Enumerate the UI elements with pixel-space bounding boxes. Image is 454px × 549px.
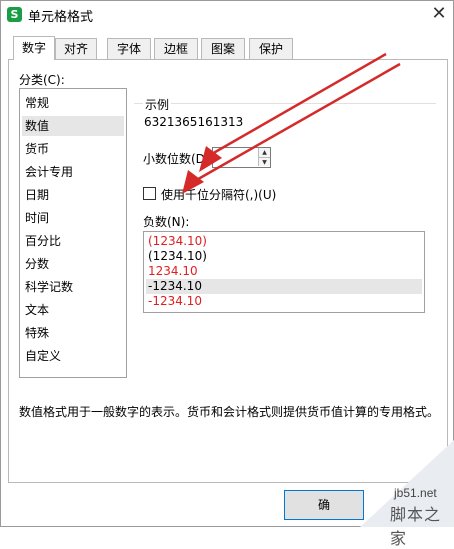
negative-option[interactable]: -1234.10 <box>146 294 422 309</box>
tab-pattern[interactable]: 图案 <box>201 38 245 59</box>
close-icon[interactable]: ✕ <box>427 3 451 25</box>
thousand-separator-label[interactable]: 使用千位分隔符(,)(U) <box>161 186 276 203</box>
thousand-separator-checkbox[interactable] <box>143 187 156 200</box>
decimal-places-label: 小数位数(D): <box>143 152 214 166</box>
tab-number[interactable]: 数字 <box>13 36 55 60</box>
category-label: 分类(C): <box>19 73 65 87</box>
category-item-custom[interactable]: 自定义 <box>22 346 124 366</box>
category-item-fraction[interactable]: 分数 <box>22 254 124 274</box>
tab-protection[interactable]: 保护 <box>249 38 293 59</box>
negative-numbers-list[interactable]: (1234.10) (1234.10) 1234.10 -1234.10 -12… <box>143 231 425 313</box>
sample-label: 示例 <box>143 96 172 113</box>
category-item-general[interactable]: 常规 <box>22 93 124 113</box>
category-item-number[interactable]: 数值 <box>22 116 124 136</box>
category-item-date[interactable]: 日期 <box>22 185 124 205</box>
sample-divider <box>134 103 436 104</box>
category-item-percentage[interactable]: 百分比 <box>22 231 124 251</box>
format-description: 数值格式用于一般数字的表示。货币和会计格式则提供货币值计算的专用格式。 <box>19 405 440 419</box>
category-item-text[interactable]: 文本 <box>22 300 124 320</box>
tab-border[interactable]: 边框 <box>154 38 198 59</box>
window-title: 单元格格式 <box>28 10 94 25</box>
app-logo-icon: S <box>7 7 22 22</box>
title-bar: S 单元格格式 ✕ <box>1 1 453 29</box>
watermark-site: jb51.net <box>394 486 437 500</box>
spin-down-icon[interactable]: ▼ <box>258 157 270 166</box>
site-watermark: jb51.net 脚本之家 <box>360 440 454 548</box>
negative-option[interactable]: 1234.10 <box>146 264 422 279</box>
category-item-scientific[interactable]: 科学记数 <box>22 277 124 297</box>
sample-value: 6321365161313 <box>144 115 244 129</box>
negative-option[interactable]: (1234.10) <box>146 234 422 249</box>
category-item-time[interactable]: 时间 <box>22 208 124 228</box>
spin-up-icon[interactable]: ▲ <box>258 148 270 157</box>
negative-option-selected[interactable]: -1234.10 <box>146 279 422 294</box>
watermark-name: 脚本之家 <box>390 505 442 548</box>
category-item-special[interactable]: 特殊 <box>22 323 124 343</box>
category-item-currency[interactable]: 货币 <box>22 139 124 159</box>
negative-option[interactable]: (1234.10) <box>146 249 422 264</box>
category-list[interactable]: 常规 数值 货币 会计专用 日期 时间 百分比 分数 科学记数 文本 特殊 自定… <box>19 88 127 378</box>
number-tab-panel: 分类(C): 常规 数值 货币 会计专用 日期 时间 百分比 分数 科学记数 文… <box>8 59 448 483</box>
negative-numbers-label: 负数(N): <box>143 215 190 229</box>
sample-group: 示例 6321365161313 <box>134 96 436 142</box>
tab-font[interactable]: 字体 <box>107 38 151 59</box>
tab-alignment[interactable]: 对齐 <box>55 38 97 59</box>
category-item-accounting[interactable]: 会计专用 <box>22 162 124 182</box>
ok-button[interactable]: 确 <box>284 490 364 520</box>
decimal-places-stepper[interactable]: ▲ ▼ <box>212 147 271 168</box>
